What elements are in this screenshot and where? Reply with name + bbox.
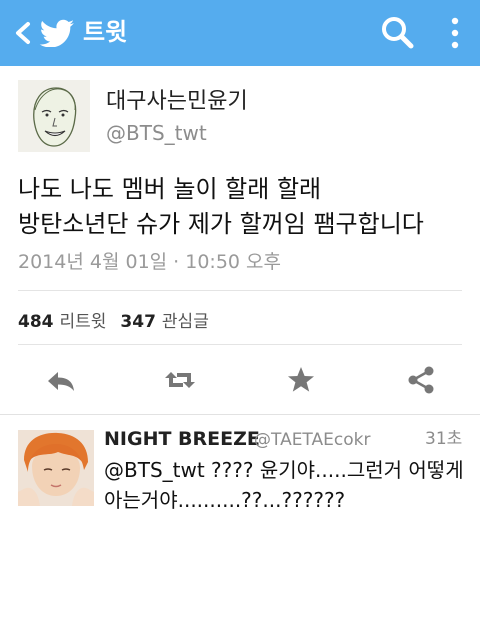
twitter-bird-icon[interactable] — [39, 19, 75, 48]
reply-text: @BTS_twt ???? 윤기야.....그런거 어떻게 아는거야......… — [104, 455, 464, 515]
tweet-text-line: 방탄소년단 슈가 제가 할꺼임 팸구합니다 — [18, 210, 424, 238]
tweet-stats: 484 리트윗 347 관심글 — [18, 310, 223, 334]
retweet-button[interactable] — [163, 363, 197, 397]
tweet-text: 나도 나도 멤버 놀이 할래 할래 방탄소년단 슈가 제가 할꺼임 팸구합니다 — [18, 172, 468, 242]
share-icon — [408, 366, 434, 394]
reply-button[interactable] — [44, 363, 78, 397]
vertical-dots-icon[interactable] — [446, 16, 464, 50]
favorite-count[interactable]: 347 — [120, 312, 156, 332]
reply-author-name[interactable]: NIGHT BREEZE — [104, 426, 260, 452]
author-name[interactable]: 대구사는민윤기 — [106, 88, 248, 116]
favorite-label[interactable]: 관심글 — [162, 312, 209, 332]
tweet-text-line: 나도 나도 멤버 놀이 할래 할래 — [18, 175, 322, 203]
retweet-icon — [165, 372, 195, 388]
reply-icon — [48, 372, 74, 391]
reply-text-line: 아는거야..........??...?????? — [104, 488, 346, 512]
reply-text-line: @BTS_twt ???? 윤기야.....그런거 어떻게 — [104, 458, 464, 482]
tweet-timestamp: 2014년 4월 01일 · 10:50 오후 — [18, 251, 282, 273]
retweet-label[interactable]: 리트윗 — [60, 312, 107, 332]
author-handle[interactable]: @BTS_twt — [106, 120, 207, 146]
search-icon[interactable] — [378, 14, 418, 52]
share-button[interactable] — [404, 363, 438, 397]
avatar[interactable] — [18, 430, 94, 506]
favorite-button[interactable] — [284, 363, 318, 397]
divider — [18, 290, 462, 291]
page-title: 트윗 — [83, 18, 128, 46]
reply-timestamp: 31초 — [425, 429, 463, 449]
top-app-bar: 트윗 — [0, 0, 480, 66]
divider — [0, 414, 480, 415]
avatar[interactable] — [18, 80, 90, 152]
divider — [18, 344, 462, 345]
retweet-count[interactable]: 484 — [18, 312, 54, 332]
reply-author-handle[interactable]: @TAETAEcokr — [254, 428, 370, 452]
chevron-left-icon[interactable] — [10, 18, 36, 48]
star-icon — [288, 367, 314, 392]
